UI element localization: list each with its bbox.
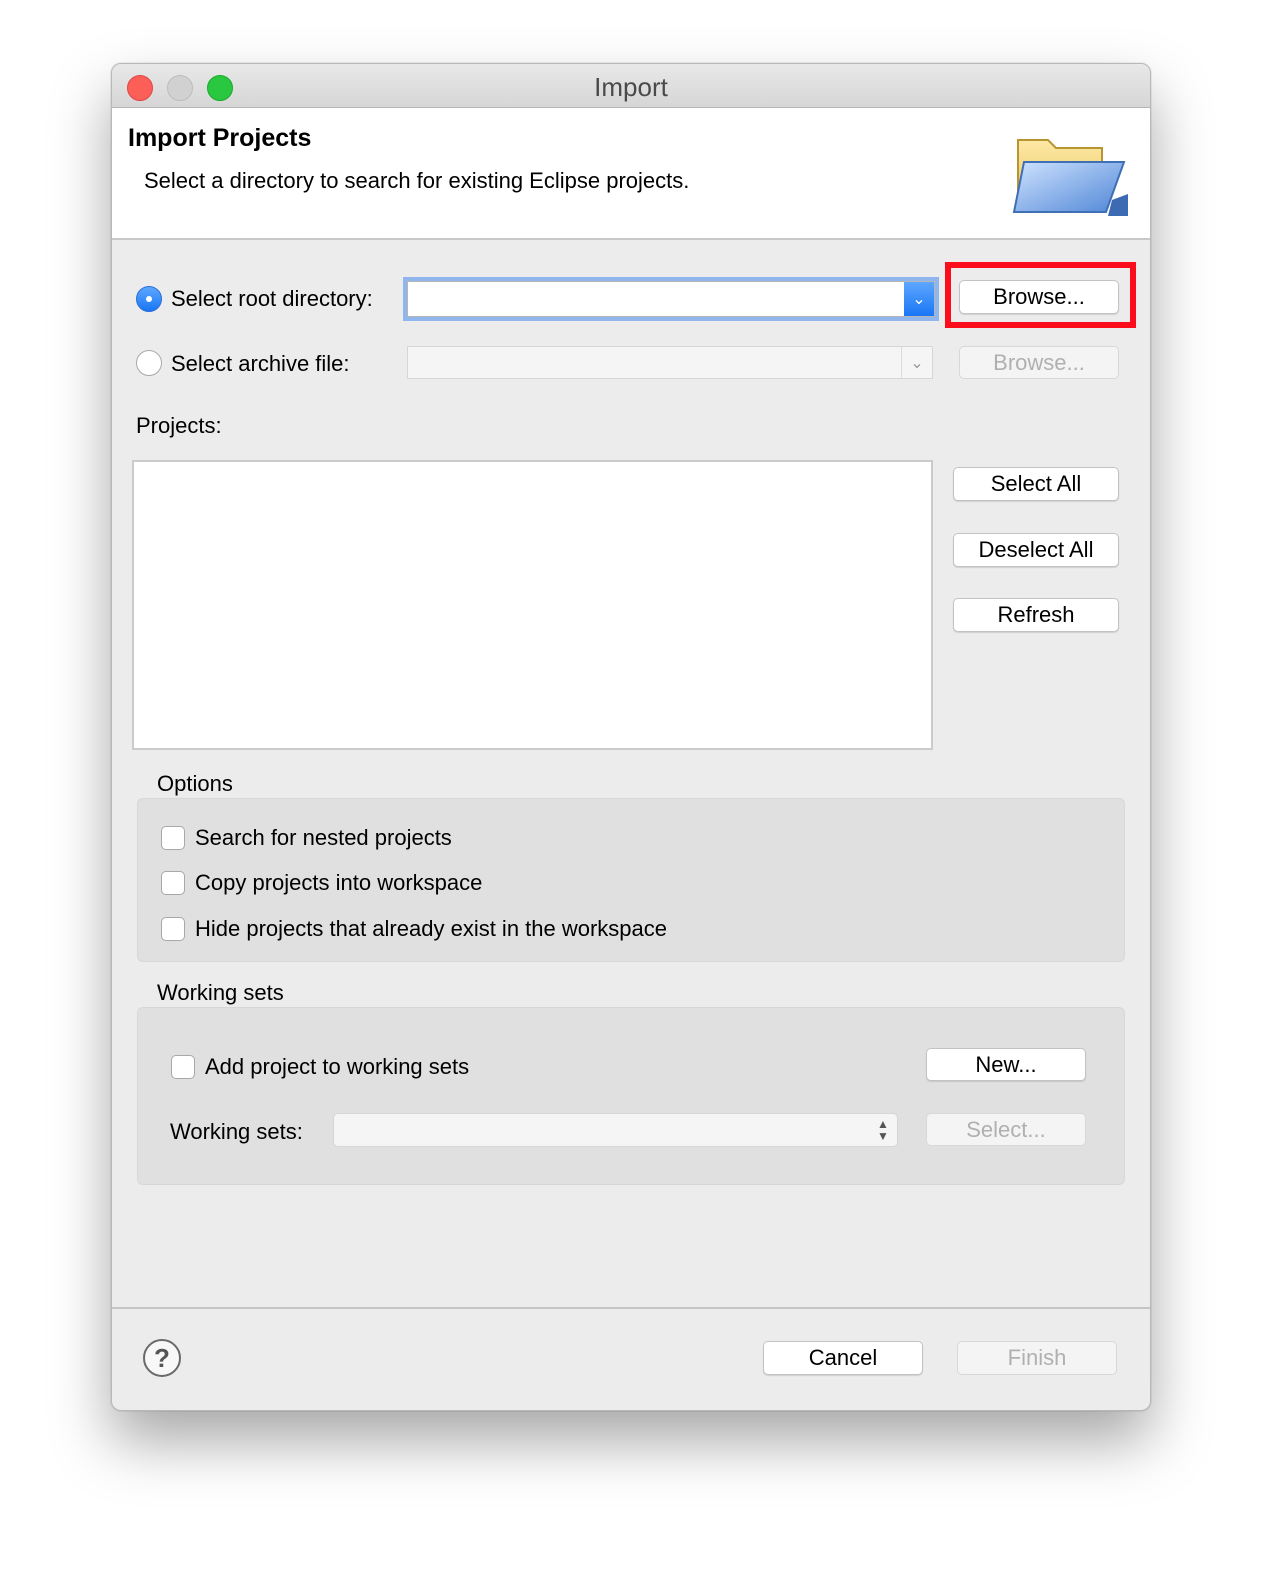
working-sets-combo[interactable]: ▲ ▼ [333,1113,898,1147]
open-folder-icon [1012,139,1128,216]
archive-file-label: Select archive file: [171,351,350,376]
working-sets-group-title: Working sets [157,980,284,1005]
window-title: Import [594,72,668,102]
footer-divider [112,1307,1150,1309]
root-directory-combo[interactable]: ⌄ [407,281,935,317]
nested-projects-checkbox[interactable] [161,826,185,850]
add-to-working-sets-label: Add project to working sets [205,1054,470,1079]
options-group: Search for nested projects Copy projects… [137,798,1125,962]
finish-button[interactable]: Finish [957,1341,1117,1375]
new-working-set-button[interactable]: New... [926,1048,1086,1081]
highlight-box [945,262,1136,328]
page-description: Select a directory to search for existin… [144,168,690,193]
wizard-header: Import Projects Select a directory to se… [112,108,1150,240]
chevron-down-icon[interactable]: ⌄ [901,347,932,378]
archive-file-radio[interactable] [136,350,162,376]
archive-file-combo[interactable]: ⌄ [407,346,933,379]
projects-label: Projects: [136,413,222,438]
add-to-working-sets-checkbox[interactable] [171,1055,195,1079]
import-dialog: Import Import Projects Select a director… [111,63,1151,1411]
help-icon[interactable]: ? [143,1339,181,1377]
hide-existing-label: Hide projects that already exist in the … [195,916,668,941]
cancel-button[interactable]: Cancel [763,1341,923,1375]
working-sets-group: Add project to working sets New... Worki… [137,1007,1125,1185]
working-sets-label: Working sets: [170,1119,303,1144]
chevron-down-icon[interactable]: ⌄ [904,282,934,316]
copy-projects-checkbox[interactable] [161,871,185,895]
deselect-all-button[interactable]: Deselect All [953,533,1119,567]
select-working-sets-button[interactable]: Select... [926,1113,1086,1146]
up-down-arrows-icon: ▲ ▼ [877,1117,889,1143]
projects-list[interactable] [132,460,933,750]
browse-archive-button[interactable]: Browse... [959,346,1119,379]
nested-projects-label: Search for nested projects [195,825,452,850]
options-group-title: Options [157,771,233,796]
select-all-button[interactable]: Select All [953,467,1119,501]
hide-existing-checkbox[interactable] [161,917,185,941]
page-title: Import Projects [128,124,312,152]
root-directory-radio[interactable] [136,286,162,312]
copy-projects-label: Copy projects into workspace [195,870,483,895]
refresh-button[interactable]: Refresh [953,598,1119,632]
root-directory-label: Select root directory: [171,286,373,311]
title-bar[interactable]: Import [112,64,1150,108]
